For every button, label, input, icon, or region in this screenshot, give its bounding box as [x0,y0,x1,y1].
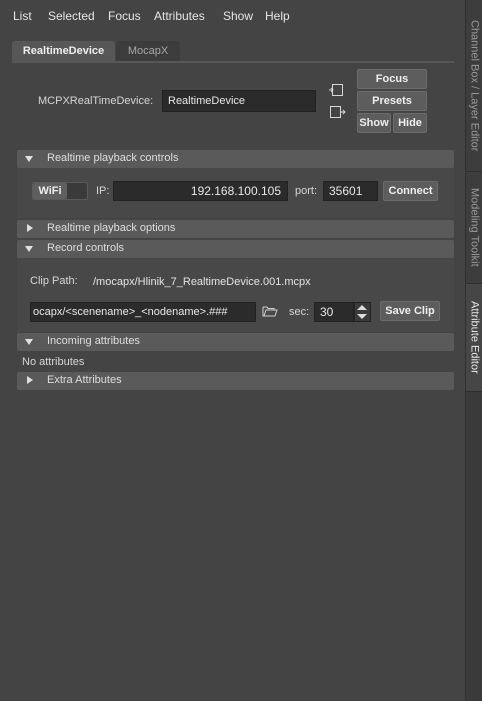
show-button[interactable]: Show [357,113,391,133]
section-incoming-attributes[interactable]: Incoming attributes [17,333,454,351]
sec-spinner[interactable] [354,302,371,322]
menu-focus[interactable]: Focus [108,9,141,23]
port-label: port: [295,185,318,197]
collapse-triangle-icon [25,156,33,162]
clip-template-field[interactable]: ocapx/<scenename>_<nodename>.### [30,302,256,322]
expand-triangle-icon [27,376,33,384]
menu-help[interactable]: Help [265,9,290,23]
tab-attribute-editor[interactable]: Attribute Editor [466,284,482,392]
tab-modeling-toolkit[interactable]: Modeling Toolkit [466,172,482,284]
presets-button[interactable]: Presets [357,91,427,111]
menu-selected[interactable]: Selected [48,9,95,23]
select-node-arrow-icon[interactable] [328,104,346,120]
menu-bar: List Selected Focus Attributes Show Help [0,0,466,32]
section-title: Realtime playback options [47,222,176,234]
tab-realtime-device[interactable]: RealtimeDevice [12,41,115,62]
section-record-controls[interactable]: Record controls [17,240,454,258]
menu-attributes[interactable]: Attributes [154,9,205,23]
select-node-icon[interactable] [328,82,346,98]
ip-label: IP: [96,185,110,197]
ip-field[interactable]: 192.168.100.105 [113,181,288,201]
tab-channel-box-label: Channel Box / Layer Editor [468,19,481,152]
node-type-label: MCPXRealTimeDevice: [38,95,154,107]
focus-button[interactable]: Focus [357,69,427,89]
expand-triangle-icon [27,224,33,232]
connect-button[interactable]: Connect [383,181,438,201]
tab-attribute-editor-label: Attribute Editor [468,301,481,374]
port-field[interactable]: 35601 [323,181,378,201]
collapse-triangle-icon [25,246,33,252]
wifi-label: WiFi [33,183,67,199]
spin-up-icon[interactable] [357,305,367,310]
section-extra-attributes[interactable]: Extra Attributes [17,372,454,390]
section-title: Record controls [47,242,125,254]
node-name-field[interactable]: RealtimeDevice [162,90,316,112]
clip-path-label: Clip Path: [30,275,78,287]
section-title: Incoming attributes [47,335,140,347]
no-attributes-text: No attributes [22,356,85,368]
tab-modeling-toolkit-label: Modeling Toolkit [468,188,481,267]
spin-down-icon[interactable] [357,314,367,319]
section-playback-controls[interactable]: Realtime playback controls [17,150,454,168]
sec-field[interactable]: 30 [314,302,354,322]
clip-path-value: /mocapx/Hlinik_7_RealtimeDevice.001.mcpx [93,276,311,288]
wifi-toggle[interactable]: WiFi [32,182,88,200]
collapse-triangle-icon [25,339,33,345]
save-clip-button[interactable]: Save Clip [380,301,440,321]
hide-button[interactable]: Hide [393,113,427,133]
folder-open-icon[interactable] [262,304,278,318]
tab-channel-box[interactable]: Channel Box / Layer Editor [466,0,482,172]
menu-show[interactable]: Show [223,9,253,23]
sec-label: sec: [289,306,310,318]
tab-underline [12,61,454,63]
right-dock: Channel Box / Layer Editor Modeling Tool… [465,0,482,701]
section-title: Extra Attributes [47,374,122,386]
section-title: Realtime playback controls [47,152,179,164]
section-playback-options[interactable]: Realtime playback options [17,220,454,238]
tab-mocapx[interactable]: MocapX [116,41,180,62]
menu-list[interactable]: List [13,9,32,23]
